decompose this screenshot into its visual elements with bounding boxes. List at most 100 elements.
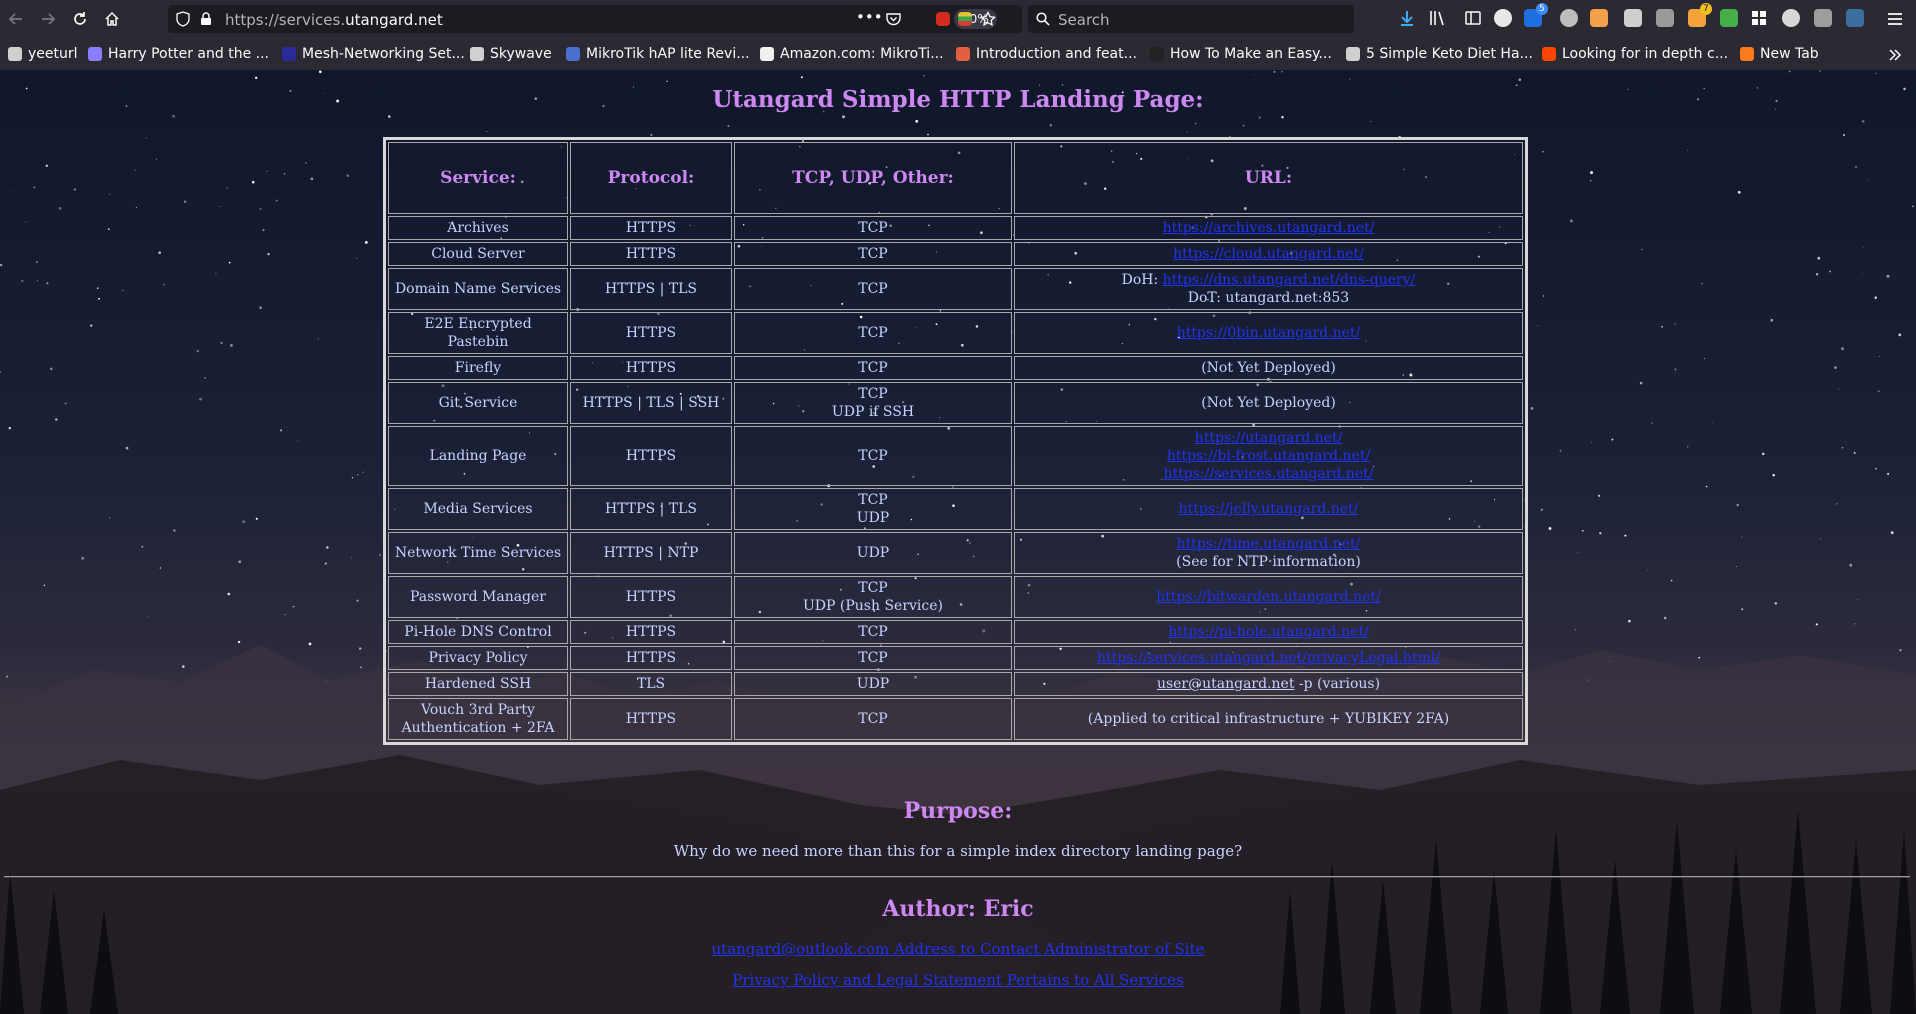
- extension-circle-icon[interactable]: [1782, 9, 1800, 27]
- service-url-link[interactable]: https://time.utangard.net/: [1177, 536, 1361, 552]
- bookmark-item[interactable]: Looking for in depth c...: [1542, 45, 1728, 63]
- service-url-link[interactable]: https://jelly.utangard.net/: [1179, 501, 1359, 517]
- service-url-link[interactable]: https://cloud.utangard.net/: [1173, 246, 1364, 262]
- protocol-cell: HTTPS: [570, 646, 732, 670]
- service-url-link[interactable]: https://bitwarden.utangard.net/: [1156, 589, 1380, 605]
- search-placeholder: Search: [1058, 11, 1110, 29]
- bookmark-item[interactable]: Harry Potter and the ...: [88, 45, 269, 63]
- canada-flag-icon[interactable]: [936, 12, 950, 26]
- url-line: (See for NTP information): [1019, 553, 1518, 571]
- url-cell: https://0bin.utangard.net/: [1014, 312, 1523, 354]
- bookmark-label: Skywave: [490, 46, 552, 62]
- transport-cell: UDP: [734, 532, 1012, 574]
- transport-value: TCP: [858, 386, 888, 402]
- service-url-link[interactable]: https://0bin.utangard.net/: [1177, 325, 1360, 341]
- bookmark-item[interactable]: yeeturl: [8, 45, 78, 63]
- protocol-cell: HTTPS | NTP: [570, 532, 732, 574]
- service-cell: Password Manager: [388, 576, 568, 618]
- bookmark-item[interactable]: Amazon.com: MikroTi...: [760, 45, 944, 63]
- protocol-value: HTTPS: [625, 589, 677, 605]
- service-name: Pi-Hole DNS Control: [404, 624, 552, 640]
- horizontal-rule: [4, 876, 1910, 878]
- service-url-link[interactable]: https://archives.utangard.net/: [1163, 220, 1375, 236]
- sidebar-icon[interactable]: [1464, 9, 1482, 27]
- extension-keyboard-icon[interactable]: [1814, 9, 1832, 27]
- protocol-value: HTTPS: [625, 650, 677, 666]
- service-url-link[interactable]: https://services.utangard.net/privacyLeg…: [1097, 650, 1440, 666]
- bookmark-item[interactable]: New Tab: [1740, 45, 1819, 63]
- purpose-text: Why do we need more than this for a simp…: [673, 842, 1243, 860]
- bookmark-label: Introduction and feat...: [976, 46, 1137, 62]
- service-cell: Media Services: [388, 488, 568, 530]
- protocol-cell: HTTPS: [570, 426, 732, 486]
- library-icon[interactable]: [1428, 9, 1446, 27]
- extension-helmet-icon[interactable]: [1624, 9, 1642, 27]
- purpose-heading: Purpose:: [903, 798, 1013, 824]
- forward-button[interactable]: [34, 5, 62, 33]
- service-url-link[interactable]: https://bi-frost.utangard.net/: [1167, 448, 1370, 464]
- url-prefix-label: DoH:: [1121, 272, 1163, 288]
- transport-cell: TCP UDP if SSH: [734, 382, 1012, 424]
- bookmark-favicon-icon: [760, 47, 774, 61]
- url-line: https://services.utangard.net/: [1019, 465, 1518, 483]
- extension-e-icon[interactable]: [1494, 9, 1512, 27]
- transport-value: TCP: [858, 650, 888, 666]
- bookmark-item[interactable]: Mesh-Networking Set...: [282, 45, 465, 63]
- extension-green-icon[interactable]: [1720, 9, 1738, 27]
- service-url-link[interactable]: https://utangard.net/: [1195, 430, 1343, 446]
- transport-value: UDP: [856, 545, 890, 561]
- url-cell: https://archives.utangard.net/: [1014, 216, 1523, 240]
- tracking-shield-icon[interactable]: [176, 11, 190, 27]
- url-cell: https://services.utangard.net/privacyLeg…: [1014, 646, 1523, 670]
- protocol-value: HTTPS | TLS | SSH: [582, 395, 720, 411]
- transport-value: TCP: [858, 580, 888, 596]
- ellipsis-icon[interactable]: •••: [856, 8, 883, 26]
- protocol-value: HTTPS: [625, 325, 677, 341]
- url-line: https://services.utangard.net/privacyLeg…: [1019, 649, 1518, 667]
- table-row: Vouch 3rd Party Authentication + 2FA HTTPS…: [388, 698, 1523, 740]
- chevron-double-right-icon[interactable]: [1888, 48, 1902, 62]
- bookmark-item[interactable]: 5 Simple Keto Diet Ha...: [1346, 45, 1533, 63]
- bookmark-item[interactable]: Introduction and feat...: [956, 45, 1137, 63]
- transport-value: TCP: [858, 711, 888, 727]
- bookmark-item[interactable]: How To Make an Easy...: [1150, 45, 1332, 63]
- bookmarks-toolbar: yeeturl Harry Potter and the ... Mesh-Netw…: [0, 38, 1916, 70]
- service-url-link[interactable]: https://pi-hole.utangard.net/: [1168, 624, 1368, 640]
- contact-email-link[interactable]: utangard@outlook.com Address to Contact …: [712, 940, 1205, 958]
- url-bar[interactable]: https://services.utangard.net 90% •••: [168, 5, 1022, 33]
- privacy-policy-link[interactable]: Privacy Policy and Legal Statement Perta…: [732, 971, 1183, 989]
- service-name: Cloud Server: [431, 246, 525, 262]
- transport-cell: TCP: [734, 620, 1012, 644]
- star-icon[interactable]: [980, 11, 996, 27]
- pocket-icon[interactable]: [886, 12, 901, 26]
- bookmark-item[interactable]: MikroTik hAP lite Revi...: [566, 45, 750, 63]
- bookmark-item[interactable]: Skywave: [470, 45, 552, 63]
- extension-people-icon[interactable]: [1590, 9, 1608, 27]
- service-name: Firefly: [454, 360, 502, 376]
- search-bar[interactable]: Search: [1028, 5, 1354, 33]
- service-name: Password Manager: [409, 589, 546, 605]
- bookmark-favicon-icon: [1542, 47, 1556, 61]
- home-button[interactable]: [98, 5, 126, 33]
- protocol-cell: HTTPS: [570, 312, 732, 354]
- extension-globe-icon[interactable]: [1560, 9, 1578, 27]
- reload-button[interactable]: [66, 5, 94, 33]
- service-url-link[interactable]: https://services.utangard.net/: [1164, 466, 1374, 482]
- search-icon: [1036, 12, 1050, 26]
- url-line: user@utangard.net -p (various): [1019, 675, 1518, 693]
- hamburger-menu-icon[interactable]: [1886, 10, 1904, 28]
- grid-icon[interactable]: [1750, 9, 1768, 27]
- lock-icon[interactable]: [200, 12, 212, 26]
- url-text[interactable]: https://services.utangard.net: [225, 11, 443, 29]
- account-icon[interactable]: [1846, 9, 1864, 27]
- service-name: E2E Encrypted Pastebin: [424, 316, 532, 350]
- service-url-link[interactable]: https://dns.utangard.net/dns-query/: [1163, 272, 1416, 288]
- url-cell: https://bitwarden.utangard.net/: [1014, 576, 1523, 618]
- download-icon[interactable]: [1398, 9, 1416, 27]
- back-button[interactable]: [2, 5, 30, 33]
- extension-cloud-icon[interactable]: [1656, 9, 1674, 27]
- ssh-user-link[interactable]: user@utangard.net: [1157, 676, 1295, 692]
- url-note: (Not Yet Deployed): [1201, 395, 1336, 411]
- table-row: Network Time Services HTTPS | NTP UDP https…: [388, 532, 1523, 574]
- bars-extension-icon[interactable]: [958, 12, 972, 26]
